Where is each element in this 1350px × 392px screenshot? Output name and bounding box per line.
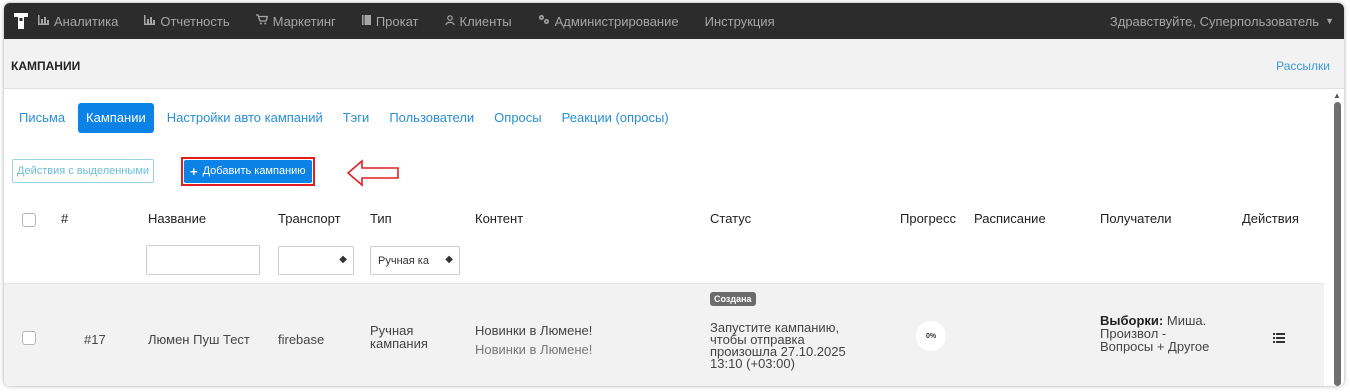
add-campaign-button[interactable]: + Добавить кампанию	[184, 160, 312, 183]
recipients-line: Вопросы + Другое	[1100, 339, 1210, 354]
book-icon	[361, 14, 371, 28]
nav-label: Аналитика	[54, 13, 119, 29]
column-header-status[interactable]: Статус	[710, 211, 751, 226]
tab-auto-campaign-settings[interactable]: Настройки авто кампаний	[160, 103, 330, 133]
nav-item-clients[interactable]: Клиенты	[444, 13, 512, 29]
status-badge: Создана	[710, 292, 756, 306]
nav-label: Администрирование	[554, 13, 679, 29]
nav-label: Прокат	[375, 13, 419, 29]
cart-icon	[255, 14, 268, 28]
nav-item-instructions[interactable]: Инструкция	[705, 14, 775, 29]
row-recipients: Выборки: Миша. Произвол - Вопросы + Друг…	[1100, 314, 1270, 353]
bulk-actions-button[interactable]: Действия с выделенными	[12, 159, 155, 183]
bar-chart-icon	[144, 14, 156, 28]
column-header-recipients[interactable]: Получатели	[1100, 211, 1172, 226]
column-header-type[interactable]: Тип	[370, 211, 392, 226]
nav-item-rental[interactable]: Прокат	[361, 13, 419, 29]
nav-item-reports[interactable]: Отчетность	[144, 13, 230, 29]
row-name[interactable]: Люмен Пуш Тест	[148, 332, 250, 347]
column-header-actions: Действия	[1242, 211, 1299, 226]
scrollbar-thumb[interactable]	[1334, 102, 1341, 386]
gears-icon	[538, 14, 550, 28]
nav-label: Маркетинг	[272, 13, 336, 29]
sort-updown-icon: ◆	[339, 254, 347, 265]
page-header: КАМПАНИИ Рассылки	[4, 39, 1344, 89]
app-window: Аналитика Отчетность Маркетинг Прокат Кл…	[4, 3, 1344, 386]
column-header-content[interactable]: Контент	[475, 211, 523, 226]
type-filter-value: Ручная ка	[378, 254, 429, 267]
row-content-subtitle: Новинки в Люмене!	[475, 342, 593, 357]
pointer-arrow-icon	[346, 159, 399, 187]
transport-filter-select[interactable]: ◆	[278, 246, 354, 275]
progress-indicator: 0%	[916, 321, 946, 351]
column-header-schedule[interactable]: Расписание	[974, 211, 1046, 226]
row-id: #17	[84, 332, 106, 347]
nav-label: Отчетность	[160, 13, 230, 29]
scroll-up-arrow-icon[interactable]: ▲	[1333, 91, 1341, 100]
tab-users[interactable]: Пользователи	[382, 103, 481, 133]
row-content-title: Новинки в Люмене!	[475, 323, 593, 338]
nav-item-analytics[interactable]: Аналитика	[38, 14, 118, 29]
nav-label: Инструкция	[704, 13, 775, 29]
add-campaign-highlight: + Добавить кампанию	[181, 157, 315, 186]
user-greeting: Здравствуйте, Суперпользователь	[1109, 13, 1320, 29]
tab-bar: Письма Кампании Настройки авто кампаний …	[12, 103, 682, 133]
add-campaign-label: Добавить кампанию	[202, 165, 306, 177]
status-line: 13:10 (+03:00)	[710, 356, 795, 371]
nav-label: Клиенты	[459, 13, 512, 29]
page-title: КАМПАНИИ	[11, 59, 81, 73]
row-content: Новинки в Люмене! Новинки в Люмене!	[475, 321, 592, 359]
caret-down-icon: ▼	[1325, 16, 1334, 26]
row-checkbox[interactable]	[22, 331, 36, 345]
progress-value: 0%	[925, 332, 937, 340]
nav-item-marketing[interactable]: Маркетинг	[255, 13, 336, 29]
tab-surveys[interactable]: Опросы	[487, 103, 548, 133]
tab-survey-reactions[interactable]: Реакции (опросы)	[555, 103, 676, 133]
top-navbar: Аналитика Отчетность Маркетинг Прокат Кл…	[4, 3, 1344, 39]
row-transport: firebase	[278, 332, 325, 347]
name-filter-input[interactable]	[146, 245, 260, 275]
mailings-link[interactable]: Рассылки	[1276, 59, 1330, 73]
column-header-transport[interactable]: Транспорт	[278, 211, 341, 226]
brand-logo-icon[interactable]	[4, 3, 38, 39]
tab-campaigns[interactable]: Кампании	[78, 103, 154, 133]
nav-item-administration[interactable]: Администрирование	[538, 14, 679, 29]
user-menu[interactable]: Здравствуйте, Суперпользователь ▼	[1110, 3, 1334, 39]
column-header-number[interactable]: #	[61, 211, 68, 226]
bar-chart-icon	[38, 14, 49, 28]
select-all-checkbox[interactable]	[22, 213, 36, 227]
type-filter-select[interactable]: Ручная ка ◆	[370, 246, 460, 275]
user-icon	[444, 14, 455, 28]
row-type-line: кампания	[370, 336, 428, 351]
column-header-progress[interactable]: Прогресс	[900, 211, 956, 226]
row-type: Ручная кампания	[370, 324, 428, 350]
plus-icon: +	[190, 164, 198, 179]
sort-updown-icon: ◆	[445, 254, 453, 265]
row-status-text: Запустите кампанию, чтобы отправка произ…	[710, 321, 870, 371]
list-actions-icon[interactable]	[1273, 333, 1285, 343]
tab-letters[interactable]: Письма	[12, 103, 72, 133]
recipients-line: Миша.	[1166, 313, 1207, 328]
column-header-name[interactable]: Название	[148, 211, 206, 226]
tab-tags[interactable]: Тэги	[336, 103, 377, 133]
